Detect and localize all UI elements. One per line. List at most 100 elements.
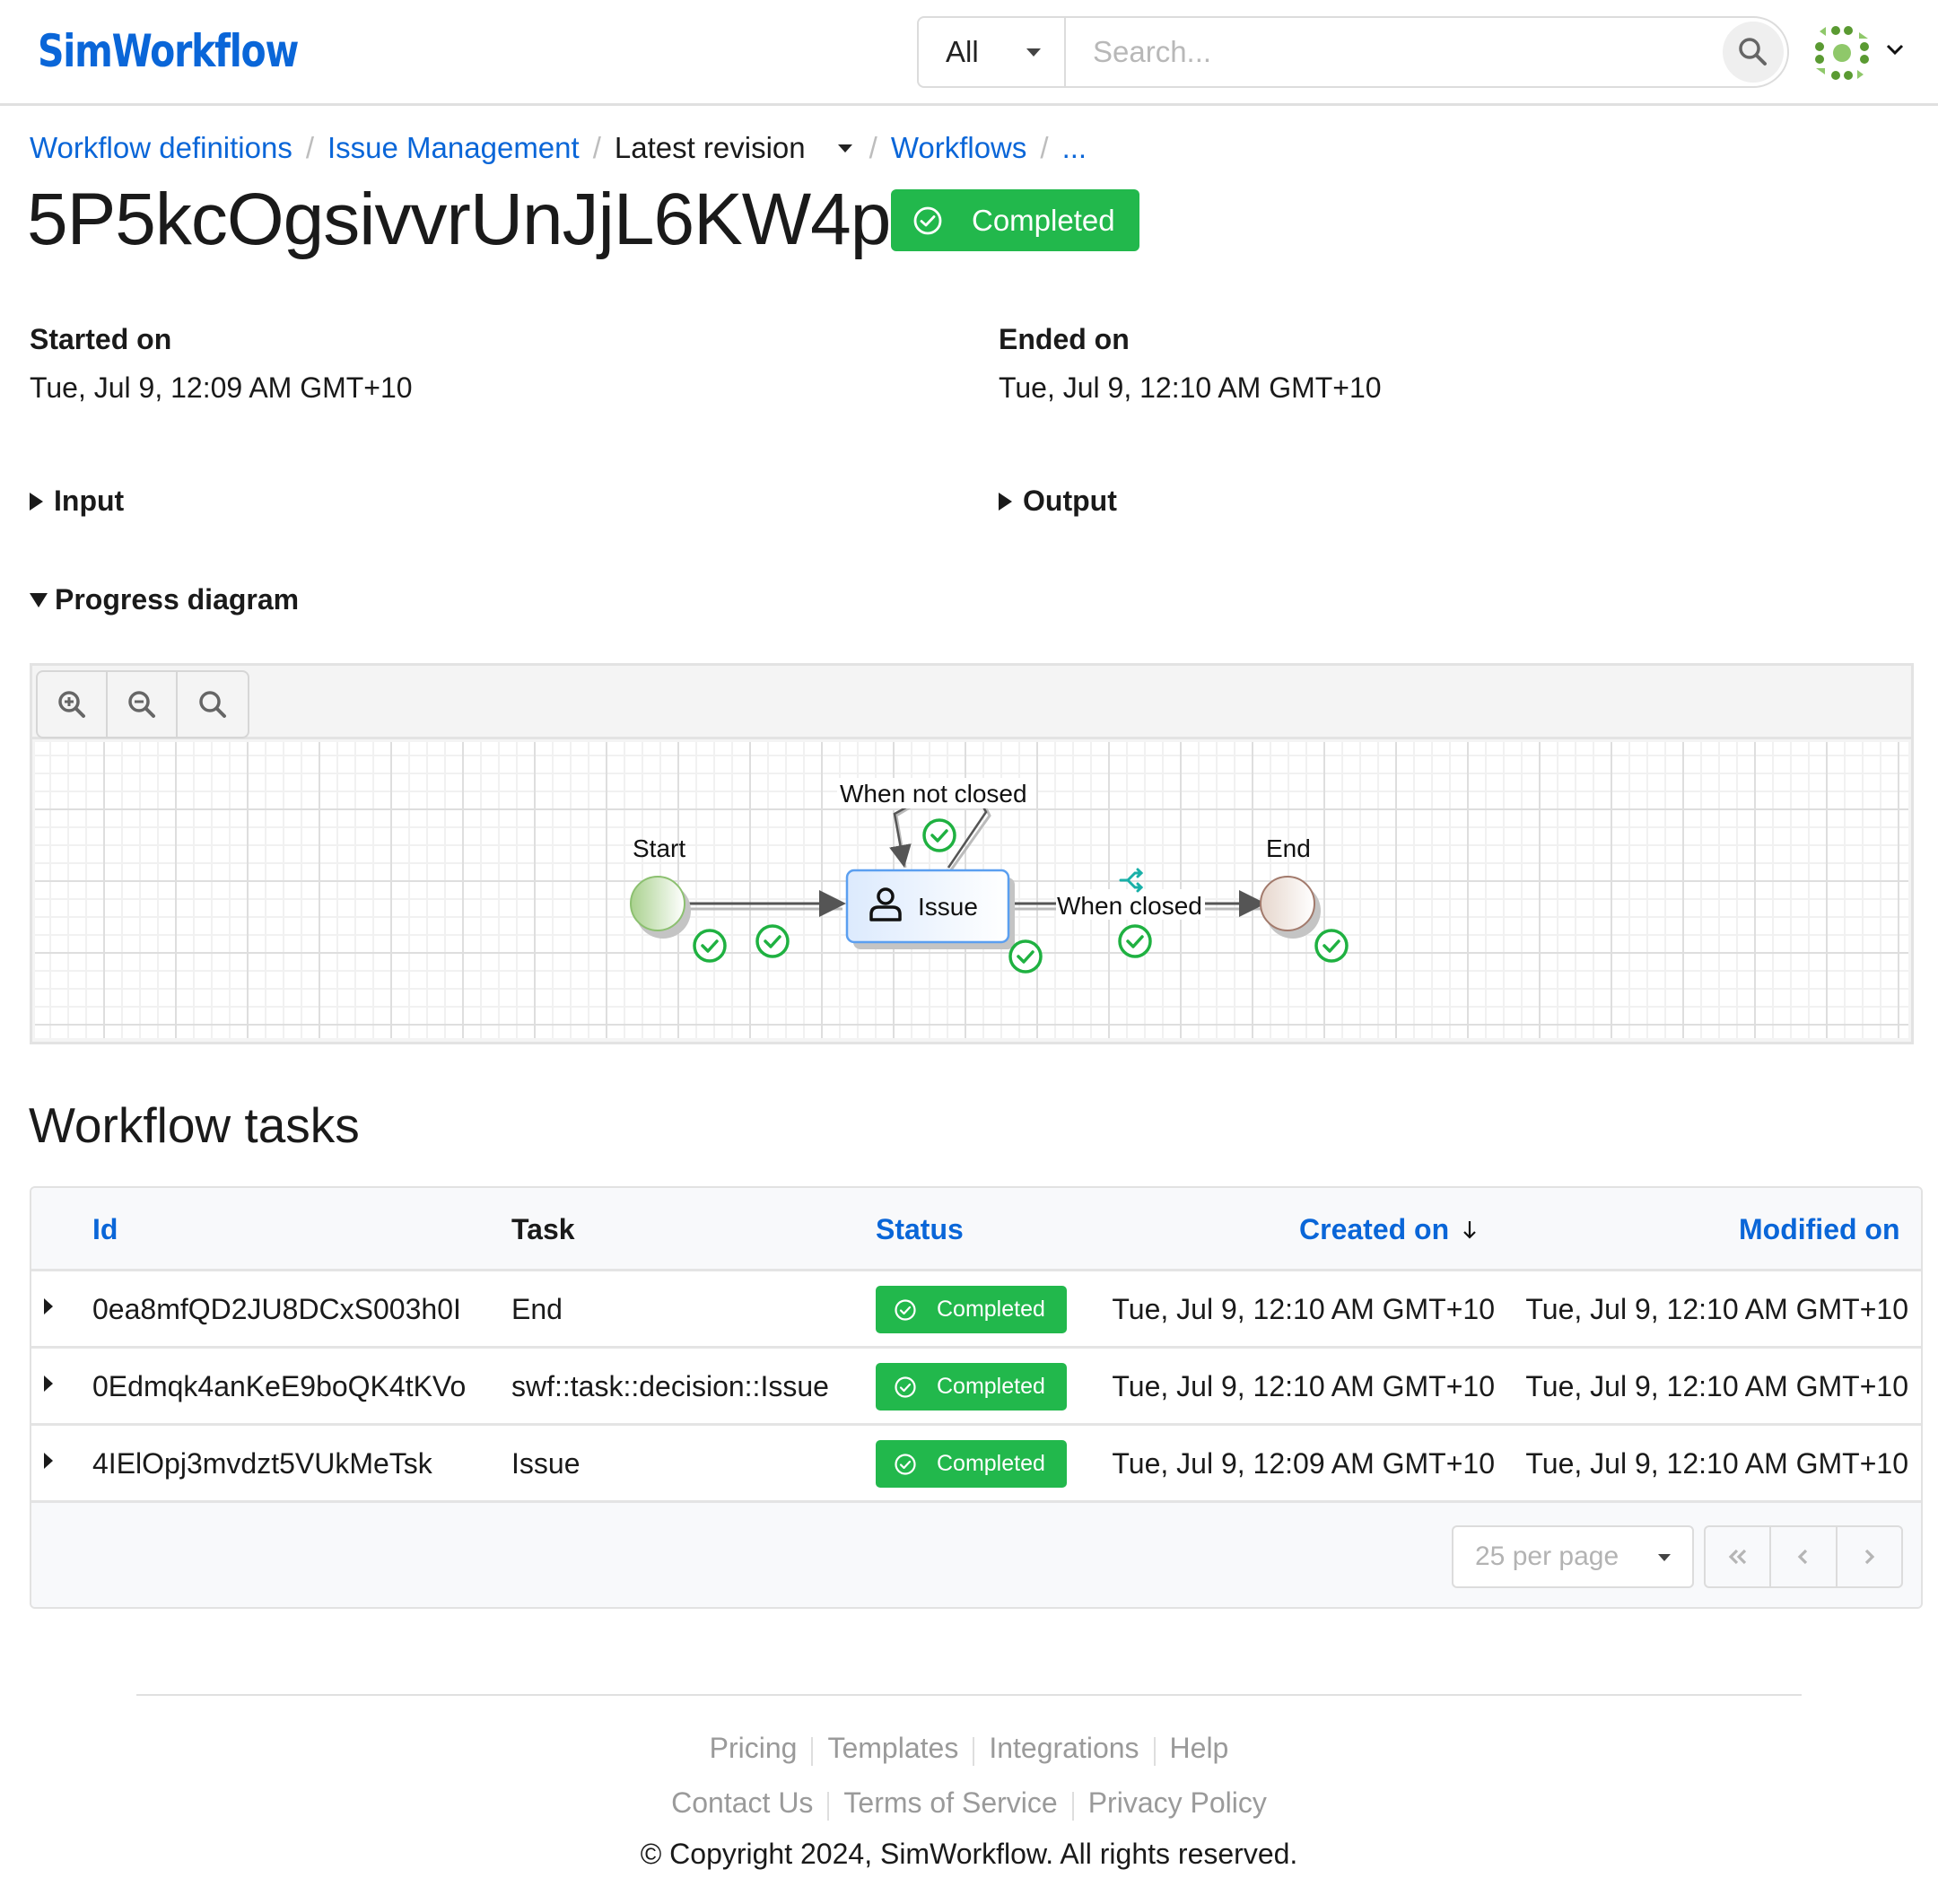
logo[interactable]: SimWorkflow	[38, 25, 299, 77]
node-issue-label: Issue	[918, 893, 978, 921]
input-toggle-label: Input	[54, 485, 125, 517]
footer-link-templates[interactable]: Templates	[827, 1732, 958, 1766]
footer-link-separator	[1071, 1792, 1074, 1821]
search-scope-value: All	[946, 35, 979, 68]
column-header-status[interactable]: Status	[876, 1213, 964, 1246]
footer-link-separator	[1153, 1737, 1156, 1766]
check-circle-icon	[895, 1376, 916, 1398]
footer-link-privacy-policy[interactable]: Privacy Policy	[1088, 1786, 1267, 1821]
caret-down-icon	[1658, 1554, 1671, 1561]
check-circle-icon	[913, 206, 942, 234]
zoom-out-icon	[128, 691, 155, 718]
caret-down-icon	[837, 144, 852, 153]
table-row[interactable]: 0Edmqk4anKeE9boQK4tKVo swf::task::decisi…	[31, 1349, 1921, 1426]
search-scope-select[interactable]: All	[919, 18, 1066, 86]
loop-edge-completed-icon	[922, 818, 956, 852]
next-page-button[interactable]	[1838, 1527, 1901, 1586]
task-name: swf::task::decision::Issue	[511, 1370, 829, 1402]
column-header-created-on[interactable]: Created on	[1299, 1213, 1478, 1246]
task-created-on: Tue, Jul 9, 12:09 AM GMT+10	[1112, 1447, 1495, 1480]
zoom-reset-button[interactable]	[178, 672, 248, 737]
column-header-id[interactable]: Id	[92, 1213, 118, 1246]
status-badge-label: Completed	[937, 1451, 1045, 1476]
diagram-canvas[interactable]: Start Issue End When not closed When clo…	[35, 742, 1908, 1038]
expand-row-icon[interactable]	[44, 1453, 53, 1469]
first-page-button[interactable]	[1706, 1527, 1772, 1586]
status-badge: Completed	[891, 189, 1139, 251]
search-input[interactable]	[1066, 18, 1723, 86]
breadcrumb-workflows[interactable]: Workflows	[891, 131, 1027, 165]
task-created-on: Tue, Jul 9, 12:10 AM GMT+10	[1112, 1293, 1495, 1325]
check-circle-icon	[895, 1298, 916, 1321]
chevron-right-icon	[1865, 1549, 1875, 1565]
breadcrumb-separator: /	[869, 131, 877, 164]
task-modified-on: Tue, Jul 9, 12:10 AM GMT+10	[1525, 1370, 1908, 1402]
node-start-label: Start	[633, 834, 685, 862]
status-badge-label: Completed	[937, 1297, 1045, 1322]
table-row[interactable]: 0ea8mfQD2JU8DCxS003h0I End Completed Tue…	[31, 1271, 1921, 1349]
table-footer: 25 per page	[31, 1504, 1921, 1607]
zoom-in-button[interactable]	[38, 672, 108, 737]
workflow-tasks-table: Id Task Status Created on Modified on 0e…	[30, 1186, 1923, 1609]
check-circle-icon	[895, 1453, 916, 1475]
end-node-completed-icon	[1314, 929, 1349, 963]
search-button[interactable]	[1723, 22, 1784, 83]
footer-link-pricing[interactable]: Pricing	[710, 1732, 798, 1766]
progress-diagram-toggle[interactable]: Progress diagram	[30, 583, 299, 616]
edge-start-to-issue[interactable]	[685, 890, 846, 917]
edge-label-when-not-closed: When not closed	[840, 780, 1027, 808]
caret-right-icon	[999, 492, 1012, 511]
ended-on-label: Ended on	[999, 323, 1130, 355]
breadcrumb: Workflow definitions / Issue Management …	[30, 131, 1087, 165]
sort-descending-icon	[1463, 1220, 1476, 1239]
footer-divider	[136, 1694, 1802, 1696]
expand-row-icon[interactable]	[44, 1376, 53, 1392]
chevron-down-icon[interactable]	[1886, 43, 1904, 56]
output-toggle[interactable]: Output	[999, 485, 1117, 518]
node-start[interactable]	[630, 876, 691, 939]
started-on-value: Tue, Jul 9, 12:09 AM GMT+10	[30, 371, 413, 404]
task-created-on: Tue, Jul 9, 12:10 AM GMT+10	[1112, 1370, 1495, 1402]
breadcrumb-separator: /	[592, 131, 601, 164]
input-toggle[interactable]: Input	[30, 485, 124, 518]
task-id: 4IElOpj3mvdzt5VUkMeTsk	[92, 1447, 432, 1480]
start-node-completed-icon	[693, 929, 727, 963]
caret-down-icon	[30, 592, 48, 607]
task-modified-on: Tue, Jul 9, 12:10 AM GMT+10	[1525, 1293, 1908, 1325]
branch-icon	[1119, 868, 1144, 893]
status-badge: Completed	[876, 1440, 1067, 1488]
footer-link-terms-of-service[interactable]: Terms of Service	[843, 1786, 1057, 1821]
footer-link-separator	[973, 1737, 975, 1766]
status-badge: Completed	[876, 1286, 1067, 1333]
footer-link-separator	[811, 1737, 814, 1766]
progress-diagram-toggle-label: Progress diagram	[55, 583, 300, 616]
table-header: Id Task Status Created on Modified on	[31, 1188, 1921, 1271]
breadcrumb-revision-dropdown[interactable]: Latest revision	[615, 131, 856, 165]
expand-row-icon[interactable]	[44, 1298, 53, 1314]
column-header-created-on-label: Created on	[1299, 1213, 1450, 1245]
output-toggle-label: Output	[1023, 485, 1117, 517]
breadcrumb-ellipsis[interactable]: ...	[1062, 131, 1087, 165]
footer-link-integrations[interactable]: Integrations	[989, 1732, 1139, 1766]
zoom-out-button[interactable]	[108, 672, 178, 737]
started-on-label: Started on	[30, 323, 172, 355]
breadcrumb-workflow-definitions[interactable]: Workflow definitions	[30, 131, 292, 165]
breadcrumb-issue-management[interactable]: Issue Management	[327, 131, 580, 165]
pagination	[1704, 1525, 1903, 1588]
progress-diagram: Start Issue End When not closed When clo…	[30, 663, 1914, 1044]
double-chevron-left-icon	[1728, 1549, 1746, 1565]
column-header-modified-on[interactable]: Modified on	[1739, 1213, 1900, 1246]
previous-page-button[interactable]	[1771, 1527, 1838, 1586]
footer-link-contact-us[interactable]: Contact Us	[671, 1786, 813, 1821]
task-id: 0ea8mfQD2JU8DCxS003h0I	[92, 1293, 461, 1325]
zoom-in-icon	[58, 691, 85, 718]
avatar-icon[interactable]	[1812, 23, 1872, 83]
task-name: End	[511, 1293, 563, 1325]
node-end[interactable]	[1260, 876, 1321, 939]
footer-link-help[interactable]: Help	[1170, 1732, 1229, 1766]
per-page-select[interactable]: 25 per page	[1452, 1525, 1694, 1588]
start-edge-completed-icon	[755, 924, 790, 958]
page-title: 5P5kcOgsivvrUnJjL6KW4p	[27, 179, 891, 260]
table-row[interactable]: 4IElOpj3mvdzt5VUkMeTsk Issue Completed T…	[31, 1426, 1921, 1503]
task-modified-on: Tue, Jul 9, 12:10 AM GMT+10	[1525, 1447, 1908, 1480]
